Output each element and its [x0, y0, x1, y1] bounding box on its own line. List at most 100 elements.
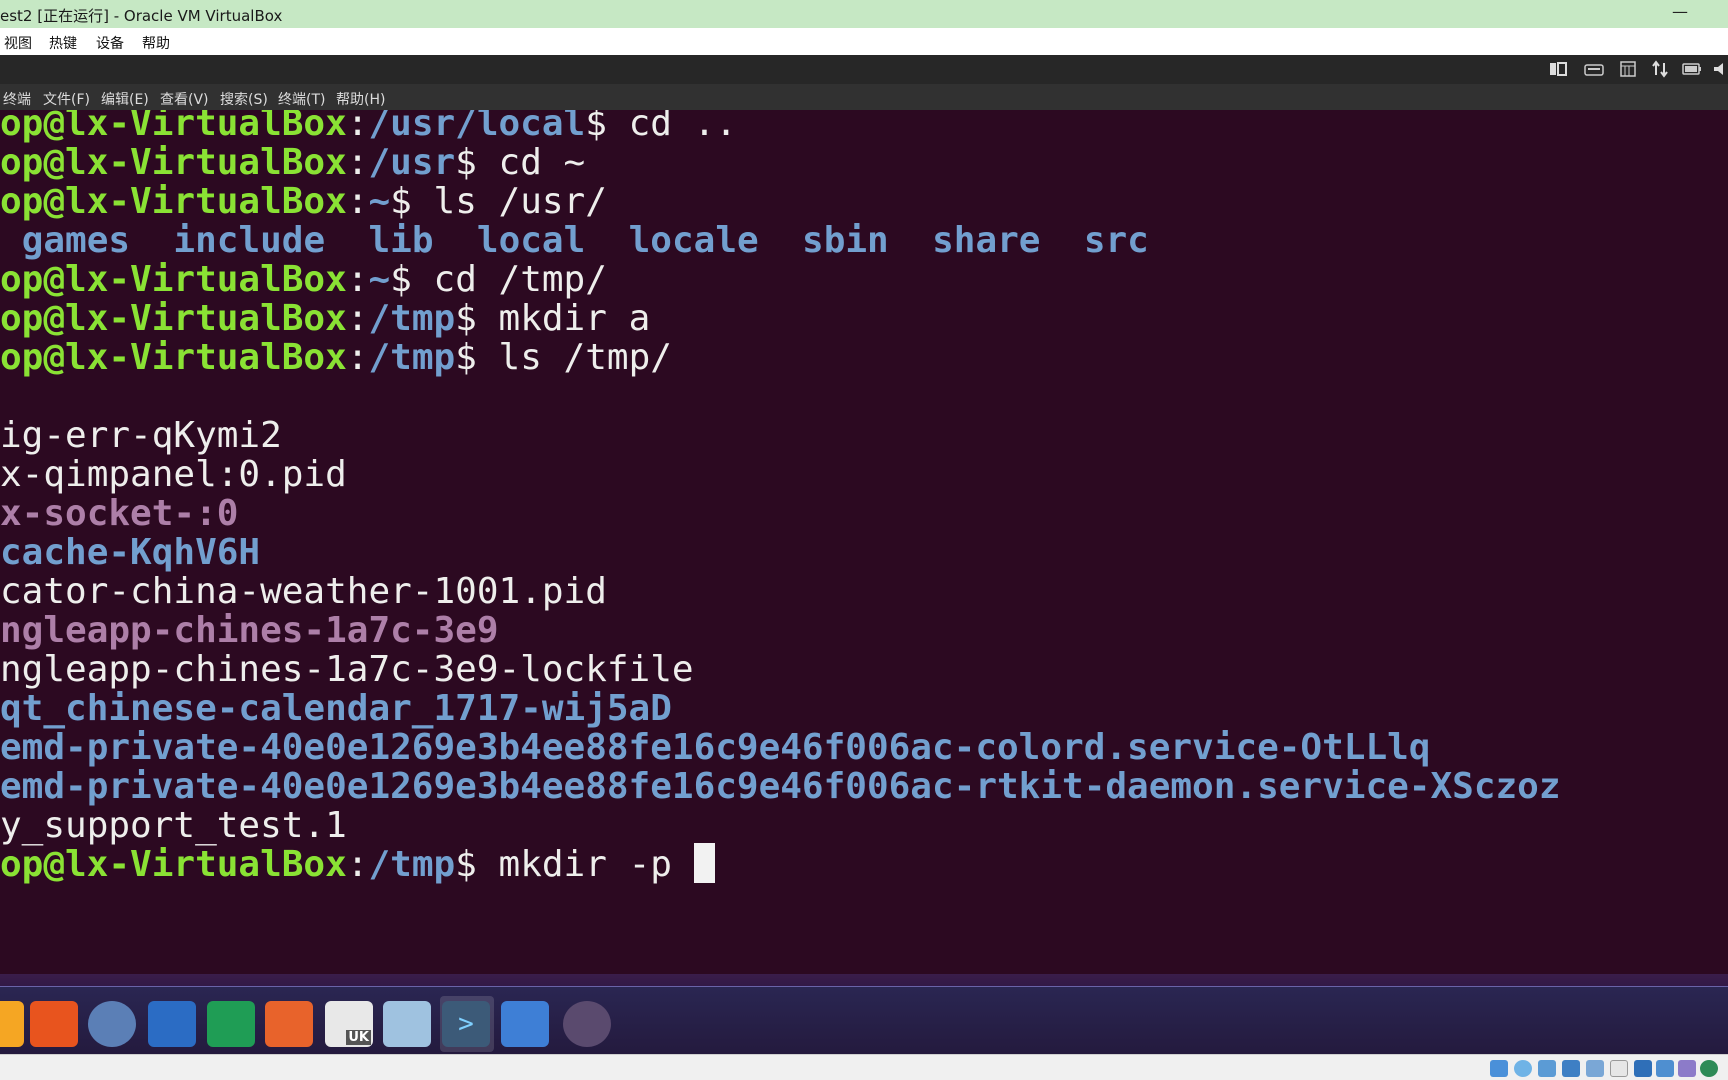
terminal-line: cache-KqhV6H — [0, 531, 260, 574]
chromium-icon[interactable] — [88, 1001, 136, 1047]
dock — [0, 986, 1728, 1054]
prompt-symbol: $ — [390, 181, 434, 222]
file-name: emd-private-40e0e1269e3b4ee88fe16c9e46f0… — [0, 766, 1561, 807]
prompt-separator: : — [346, 142, 369, 183]
prompt-user: op@lx-VirtualBox — [0, 181, 347, 222]
term-menu-terminal[interactable]: 终端 — [3, 89, 31, 109]
directory-name: src — [1083, 220, 1149, 261]
directory-name: local — [476, 220, 586, 261]
prompt-symbol: $ — [455, 337, 499, 378]
prompt-path: /usr/local — [368, 110, 586, 144]
file-name: cache-KqhV6H — [0, 532, 261, 573]
display-icon[interactable] — [1634, 1060, 1652, 1077]
prompt-symbol: $ — [455, 298, 499, 339]
term-menu-file[interactable]: 文件(F) — [43, 89, 90, 109]
text-cursor — [693, 843, 715, 883]
term-menu-search[interactable]: 搜索(S) — [220, 89, 268, 109]
vbox-statusbar — [0, 1054, 1728, 1080]
wps-writer-icon[interactable] — [148, 1001, 196, 1047]
terminal-line: x-socket-:0 — [0, 492, 238, 535]
terminal-line: ngleapp-chines-1a7c-3e9 — [0, 609, 499, 652]
terminal-line: emd-private-40e0e1269e3b4ee88fe16c9e46f0… — [0, 726, 1430, 769]
file-name: cator-china-weather-1001.pid — [0, 571, 607, 612]
prompt-separator: : — [346, 337, 369, 378]
term-menu-terminal-t[interactable]: 终端(T) — [278, 89, 325, 109]
audio-icon[interactable] — [1538, 1060, 1556, 1077]
terminal-line: op@lx-VirtualBox:~$ cd /tmp/ — [0, 258, 607, 301]
command-text: ls /usr/ — [433, 181, 607, 222]
minimize-button[interactable]: — — [1670, 2, 1690, 24]
terminal-line: op@lx-VirtualBox:/tmp$ mkdir a — [0, 297, 650, 340]
listing-indent — [0, 220, 22, 261]
keyboard-icon[interactable] — [1584, 59, 1604, 79]
terminal-icon[interactable]: > — [442, 1001, 490, 1047]
prompt-user: op@lx-VirtualBox — [0, 844, 347, 885]
prompt-symbol: $ — [455, 844, 499, 885]
prompt-separator: : — [346, 181, 369, 222]
menu-devices[interactable]: 设备 — [96, 33, 124, 53]
terminal-line: emd-private-40e0e1269e3b4ee88fe16c9e46f0… — [0, 765, 1561, 808]
files-icon[interactable] — [0, 1001, 24, 1047]
software-updater-icon[interactable] — [383, 1001, 431, 1047]
terminal-line: ngleapp-chines-1a7c-3e9-lockfile — [0, 648, 694, 691]
term-menu-edit[interactable]: 编辑(E) — [101, 89, 149, 109]
menu-view[interactable]: 视图 — [4, 33, 32, 53]
network-icon[interactable] — [1650, 59, 1670, 79]
dock-icon-label: UK — [346, 1030, 371, 1045]
shared-folders-icon[interactable] — [1610, 1060, 1628, 1077]
calendar-icon[interactable] — [1618, 59, 1638, 79]
ubuntu-software-icon[interactable]: UK — [325, 1001, 373, 1047]
prompt-separator: : — [346, 110, 369, 144]
prompt-path: /tmp — [368, 298, 456, 339]
recording-icon[interactable] — [1656, 1060, 1674, 1077]
terminal-line: x-qimpanel:0.pid — [0, 453, 347, 496]
cpu-icon[interactable] — [1678, 1060, 1696, 1077]
prompt-separator: : — [346, 298, 369, 339]
command-text: mkdir -p — [498, 844, 694, 885]
dvd-icon[interactable] — [563, 1001, 611, 1047]
menu-hotkeys[interactable]: 热键 — [49, 33, 77, 53]
network-adapter-icon[interactable] — [1562, 1060, 1580, 1077]
guest-top-panel — [0, 55, 1728, 84]
prompt-symbol: $ — [455, 142, 499, 183]
mouse-integration-icon[interactable] — [1700, 1060, 1718, 1077]
file-name: ig-err-qKymi2 — [0, 415, 282, 456]
workspace-switcher-icon[interactable] — [501, 1001, 549, 1047]
file-name: x-socket-:0 — [0, 493, 239, 534]
file-name: y_support_test.1 — [0, 805, 347, 846]
vbox-titlebar: est2 [正在运行] - Oracle VM VirtualBox — — [0, 0, 1728, 28]
term-menu-view[interactable]: 查看(V) — [160, 89, 209, 109]
menu-help[interactable]: 帮助 — [142, 33, 170, 53]
terminal-menubar: 终端 文件(F) 编辑(E) 查看(V) 搜索(S) 终端(T) 帮助(H) — [0, 84, 1728, 110]
terminal-line: ig-err-qKymi2 — [0, 414, 282, 457]
directory-name: lib — [368, 220, 434, 261]
prompt-path: ~ — [368, 259, 391, 300]
volume-icon[interactable] — [1712, 59, 1728, 79]
terminal-line: games include lib local locale sbin shar… — [0, 219, 1149, 262]
command-text: cd ~ — [498, 142, 586, 183]
prompt-user: op@lx-VirtualBox — [0, 259, 347, 300]
terminal-line: op@lx-VirtualBox:/tmp$ ls /tmp/ — [0, 336, 672, 379]
optical-drive-icon[interactable] — [1514, 1060, 1532, 1077]
terminal-output[interactable]: op@lx-VirtualBox:/usr/local$ cd .. op@lx-… — [0, 110, 1728, 974]
terminal-line: op@lx-VirtualBox:~$ ls /usr/ — [0, 180, 607, 223]
command-text: cd .. — [628, 110, 737, 144]
prompt-symbol: $ — [585, 110, 629, 144]
term-menu-help[interactable]: 帮助(H) — [336, 89, 385, 109]
firefox-icon[interactable] — [30, 1001, 78, 1047]
window-title: est2 [正在运行] - Oracle VM VirtualBox — [0, 7, 283, 25]
wps-presentation-icon[interactable] — [265, 1001, 313, 1047]
listing-gap — [325, 220, 368, 261]
hard-disk-icon[interactable] — [1490, 1060, 1508, 1077]
battery-icon[interactable] — [1682, 59, 1702, 79]
listing-gap — [1040, 220, 1083, 261]
listing-gap — [759, 220, 802, 261]
prompt-separator: : — [346, 259, 369, 300]
terminal-line: op@lx-VirtualBox:/tmp$ mkdir -p — [0, 843, 715, 886]
input-method-icon[interactable] — [1548, 59, 1568, 79]
wps-spreadsheet-icon[interactable] — [207, 1001, 255, 1047]
usb-icon[interactable] — [1586, 1060, 1604, 1077]
prompt-user: op@lx-VirtualBox — [0, 337, 347, 378]
command-text: mkdir a — [498, 298, 651, 339]
file-name: ngleapp-chines-1a7c-3e9-lockfile — [0, 649, 694, 690]
